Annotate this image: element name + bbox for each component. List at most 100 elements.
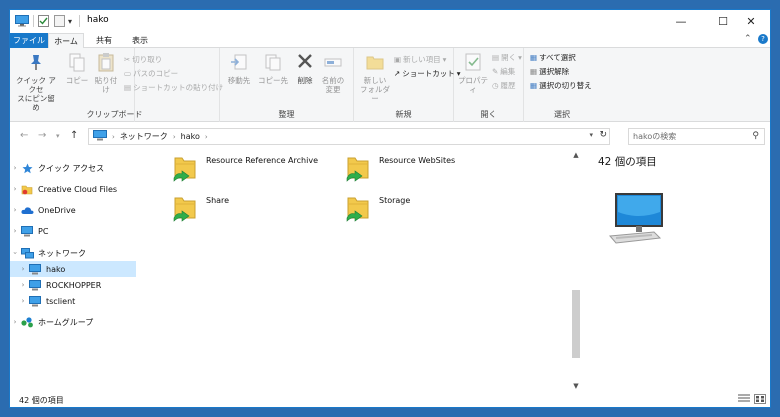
- select-group: ▦ すべて選択 ▦ 選択解除 ▦ 選択の切り替え 選択: [524, 48, 600, 122]
- select-all-button[interactable]: ▦ すべて選択: [530, 52, 576, 63]
- nav-label: PC: [38, 226, 49, 236]
- open-label: 開く: [501, 53, 517, 62]
- cloud-icon: [20, 205, 34, 216]
- tab-view[interactable]: 表示: [126, 33, 154, 48]
- select-group-label: 選択: [554, 110, 570, 119]
- window-title: hako: [87, 15, 109, 25]
- up-arrow-icon[interactable]: ↑: [70, 130, 78, 141]
- close-button[interactable]: ✕: [728, 10, 770, 33]
- nav-label: ネットワーク: [38, 248, 86, 258]
- pin-quick-access-button[interactable]: クイック アクセ スにピン留め: [14, 52, 58, 112]
- delete-button[interactable]: 削除: [294, 52, 316, 85]
- select-none-label: 選択解除: [539, 67, 570, 76]
- vertical-scrollbar[interactable]: ▲ ▼: [570, 150, 582, 393]
- properties-quick-icon[interactable]: [38, 14, 49, 28]
- computer-icon: [20, 225, 34, 237]
- breadcrumb-hako[interactable]: hako: [181, 132, 200, 141]
- copy-path-button[interactable]: ▭ パスのコピー: [124, 68, 178, 79]
- expand-chevron-icon[interactable]: ›: [10, 164, 20, 172]
- breadcrumb-chevron-icon: ›: [172, 132, 176, 141]
- new-item-label: 新しい項目: [403, 55, 441, 64]
- file-name: Resource WebSites: [379, 156, 456, 165]
- forward-arrow-icon[interactable]: →: [38, 130, 46, 141]
- expand-chevron-icon[interactable]: ›: [10, 227, 20, 235]
- copy-path-label: パスのコピー: [133, 69, 179, 78]
- copy-to-icon: [258, 52, 288, 74]
- minimize-button[interactable]: —: [658, 10, 704, 33]
- navigation-bar: ← → ▾ ↑ › ネットワーク › hako › ▾ ↻ hakoの検索 ⚲: [10, 122, 770, 150]
- address-dropdown-icon[interactable]: ▾: [589, 131, 593, 139]
- nav-item-pc[interactable]: › PC: [10, 223, 136, 239]
- status-bar: 42 個の項目: [10, 390, 770, 407]
- nav-item-rockhopper[interactable]: › ROCKHOPPER: [10, 277, 136, 293]
- collapse-chevron-icon[interactable]: ›: [11, 248, 19, 258]
- clipboard-group: クイック アクセ スにピン留め コピー 貼り付け ✂ 切り取り ▭ パスのコピー…: [10, 48, 223, 122]
- scissors-icon: ✂: [124, 55, 131, 64]
- nav-label: Creative Cloud Files: [38, 184, 118, 194]
- expand-chevron-icon[interactable]: ›: [10, 185, 20, 193]
- search-box[interactable]: hakoの検索 ⚲: [628, 128, 765, 145]
- pin-label-line1: クイック アクセ: [16, 76, 56, 94]
- nav-item-creative-cloud[interactable]: › Creative Cloud Files: [10, 181, 136, 197]
- expand-chevron-icon[interactable]: ›: [10, 318, 20, 326]
- scroll-thumb[interactable]: [572, 290, 580, 358]
- nav-item-quick-access[interactable]: › クイック アクセス: [10, 160, 136, 176]
- scroll-down-icon[interactable]: ▼: [570, 382, 582, 390]
- properties-icon: [456, 52, 490, 74]
- open-button[interactable]: ▤ 開く ▾: [492, 52, 522, 63]
- breadcrumb-network[interactable]: ネットワーク: [120, 131, 168, 142]
- back-arrow-icon[interactable]: ←: [20, 130, 28, 141]
- rename-label-line1: 名前の: [321, 76, 345, 85]
- refresh-icon[interactable]: ↻: [599, 130, 607, 140]
- homegroup-icon: [20, 316, 34, 328]
- properties-button[interactable]: プロパティ: [456, 52, 490, 94]
- invert-selection-button[interactable]: ▦ 選択の切り替え: [530, 80, 592, 91]
- nav-item-onedrive[interactable]: › OneDrive: [10, 202, 136, 218]
- paste-shortcut-button[interactable]: ▤ ショートカットの貼り付け: [124, 82, 223, 93]
- organize-group-label: 整理: [278, 110, 295, 119]
- tab-share[interactable]: 共有: [90, 33, 118, 48]
- shortcut-button[interactable]: ↗ ショートカット ▾: [394, 68, 461, 79]
- move-to-label: 移動先: [227, 76, 251, 85]
- edit-button[interactable]: ✎ 編集: [492, 66, 515, 77]
- nav-item-hako[interactable]: › hako: [10, 261, 136, 277]
- share-folder-item[interactable]: Resource WebSites: [345, 154, 455, 187]
- select-none-button[interactable]: ▦ 選択解除: [530, 66, 569, 77]
- recent-locations-icon[interactable]: ▾: [56, 132, 60, 140]
- new-item-button[interactable]: ▣ 新しい項目 ▾: [394, 54, 446, 65]
- paste-button[interactable]: 貼り付け: [92, 52, 120, 94]
- copy-to-button[interactable]: コピー先: [258, 52, 288, 85]
- customize-quick-access-icon[interactable]: ▾: [68, 14, 72, 28]
- tab-file[interactable]: ファイル: [10, 33, 48, 48]
- copy-button[interactable]: コピー: [64, 52, 90, 85]
- nav-item-network[interactable]: › ネットワーク: [10, 245, 136, 261]
- large-icons-view-icon[interactable]: [754, 394, 766, 404]
- new-folder-button[interactable]: 新しい フォルダー: [358, 52, 392, 103]
- nav-item-tsclient[interactable]: › tsclient: [10, 293, 136, 309]
- expand-chevron-icon[interactable]: ›: [18, 265, 28, 273]
- share-folder-item[interactable]: Storage: [345, 194, 410, 227]
- share-folder-item[interactable]: Resource Reference Archive: [172, 154, 318, 187]
- scroll-up-icon[interactable]: ▲: [570, 151, 582, 159]
- cut-button[interactable]: ✂ 切り取り: [124, 54, 162, 65]
- status-item-count: 42 個の項目: [19, 396, 64, 405]
- collapse-ribbon-icon[interactable]: ⌃: [744, 34, 752, 44]
- address-bar[interactable]: › ネットワーク › hako › ▾ ↻: [88, 128, 610, 145]
- file-name: Resource Reference Archive: [206, 156, 318, 165]
- expand-chevron-icon[interactable]: ›: [18, 281, 28, 289]
- details-pane: 42 個の項目: [590, 150, 770, 390]
- expand-chevron-icon[interactable]: ›: [10, 206, 20, 214]
- computer-icon: [15, 14, 29, 28]
- rename-button[interactable]: 名前の 変更: [320, 52, 346, 94]
- details-view-icon[interactable]: [738, 394, 750, 404]
- help-icon[interactable]: ?: [758, 34, 768, 44]
- nav-item-homegroup[interactable]: › ホームグループ: [10, 314, 136, 330]
- new-folder-quick-icon[interactable]: [54, 14, 65, 28]
- history-button[interactable]: ◷ 履歴: [492, 80, 516, 91]
- network-icon: [20, 247, 34, 259]
- move-to-button[interactable]: 移動先: [224, 52, 254, 85]
- share-folder-item[interactable]: Share: [172, 194, 229, 227]
- tab-home[interactable]: ホーム: [48, 33, 84, 49]
- expand-chevron-icon[interactable]: ›: [18, 297, 28, 305]
- new-item-icon: ▣: [394, 55, 402, 64]
